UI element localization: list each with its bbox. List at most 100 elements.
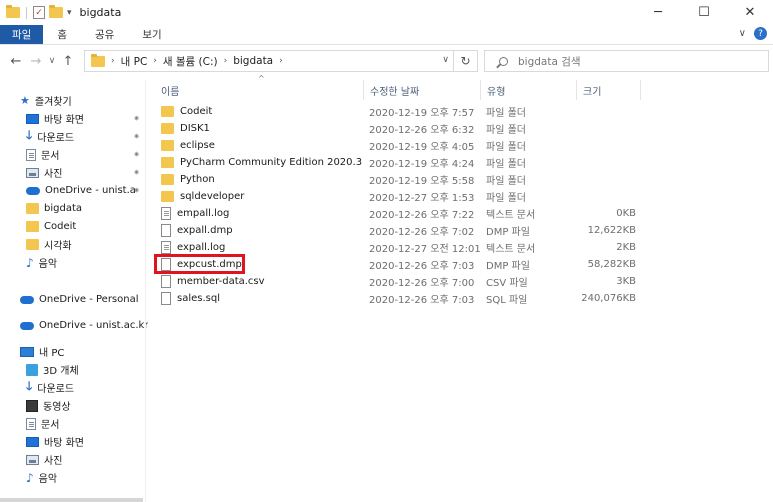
file-row[interactable]: PyCharm Community Edition 2020.3 2020-12-…: [155, 154, 645, 171]
file-icon: [161, 224, 171, 237]
new-folder-icon[interactable]: [49, 5, 63, 18]
folder-icon: [91, 53, 105, 67]
file-name-cell[interactable]: eclipse: [161, 137, 215, 154]
file-name: DISK1: [180, 123, 210, 134]
tab-view[interactable]: 보기: [128, 25, 175, 44]
search-input[interactable]: bigdata 검색: [484, 50, 769, 72]
file-date: 2020-12-26 오후 7:22: [369, 210, 475, 221]
help-icon[interactable]: ?: [754, 27, 767, 40]
navigation-bar: ← → ∨ ↑ › 내 PC › 새 볼륨 (C:) › bigdata › ∨…: [0, 48, 773, 74]
column-header-name[interactable]: 이름: [155, 80, 364, 100]
maximize-button[interactable]: ☐: [681, 0, 727, 25]
file-name-cell[interactable]: empall.log: [161, 205, 229, 222]
pin-icon: ✷: [133, 150, 140, 159]
tab-file[interactable]: 파일: [0, 25, 44, 44]
folder-icon: [161, 174, 174, 185]
chevron-right-icon[interactable]: ›: [224, 56, 228, 66]
recent-locations-dropdown[interactable]: ∨: [46, 56, 58, 66]
nav-onedrive-unist[interactable]: OneDrive - unist.ac.kr: [20, 317, 148, 334]
chevron-right-icon[interactable]: ›: [153, 56, 157, 66]
nav-quick-access[interactable]: ★ 즐겨찾기: [20, 92, 72, 109]
file-row[interactable]: expall.dmp 2020-12-26 오후 7:02 DMP 파일 12,622…: [155, 222, 645, 239]
nav-videos[interactable]: 동영상: [26, 397, 71, 414]
nav-onedrive-personal[interactable]: OneDrive - Personal: [20, 291, 139, 308]
file-row[interactable]: Codeit 2020-12-19 오후 7:57 파일 폴더: [155, 103, 645, 120]
file-name-cell[interactable]: PyCharm Community Edition 2020.3: [161, 154, 362, 171]
file-name-cell[interactable]: DISK1: [161, 120, 210, 137]
file-date: 2020-12-26 오후 7:03: [369, 261, 475, 272]
breadcrumb-this-pc[interactable]: 내 PC: [121, 54, 148, 69]
file-name-cell[interactable]: member-data.csv: [161, 273, 265, 290]
refresh-button[interactable]: ↻: [453, 51, 477, 71]
forward-button[interactable]: →: [26, 54, 46, 69]
folder-icon: [26, 203, 39, 214]
file-name-cell[interactable]: expall.dmp: [161, 222, 233, 239]
file-row[interactable]: sqldeveloper 2020-12-27 오후 1:53 파일 폴더: [155, 188, 645, 205]
nav-pc-music[interactable]: ♪ 음악: [26, 469, 57, 486]
nav-onedrive-unist-pinned[interactable]: OneDrive - unist.ac. ✷: [26, 182, 144, 199]
nav-codeit[interactable]: Codeit: [26, 218, 76, 235]
file-row[interactable]: DISK1 2020-12-26 오후 6:32 파일 폴더: [155, 120, 645, 137]
chevron-right-icon[interactable]: ›: [111, 56, 115, 66]
up-button[interactable]: ↑: [58, 54, 78, 69]
close-button[interactable]: ✕: [727, 0, 773, 25]
file-type: DMP 파일: [486, 227, 530, 238]
minimize-button[interactable]: ─: [635, 0, 681, 25]
quick-access-toolbar: ✓ ▾: [0, 5, 72, 19]
file-name-cell[interactable]: Codeit: [161, 103, 212, 120]
nav-downloads[interactable]: 🡓 다운로드 ✷: [26, 128, 144, 145]
file-name-cell[interactable]: Python: [161, 171, 215, 188]
file-date: 2020-12-19 오후 7:57: [369, 108, 475, 119]
breadcrumb-volume-c[interactable]: 새 볼륨 (C:): [163, 54, 218, 69]
file-type: DMP 파일: [486, 261, 530, 272]
tab-home[interactable]: 홈: [43, 25, 81, 44]
file-type: CSV 파일: [486, 278, 528, 289]
pin-icon: ✷: [133, 186, 140, 195]
nav-3d-objects[interactable]: 3D 개체: [26, 361, 79, 378]
file-size: 3KB: [616, 276, 636, 287]
window-title: bigdata: [79, 6, 122, 19]
customize-toolbar-dropdown[interactable]: ▾: [67, 8, 72, 18]
nav-pictures[interactable]: 사진 ✷: [26, 164, 144, 181]
file-row[interactable]: sales.sql 2020-12-26 오후 7:03 SQL 파일 240,076…: [155, 290, 645, 307]
nav-documents[interactable]: 문서 ✷: [26, 146, 144, 163]
file-type: 파일 폴더: [486, 125, 526, 136]
folder-icon: [161, 123, 174, 134]
file-name-cell[interactable]: sqldeveloper: [161, 188, 244, 205]
file-name-cell[interactable]: sales.sql: [161, 290, 220, 307]
ribbon-tabs: 파일 홈 공유 보기 ∨ ?: [0, 25, 773, 45]
expand-ribbon-chevron-icon[interactable]: ∨: [739, 28, 746, 39]
nav-pc-pictures[interactable]: 사진: [26, 451, 62, 468]
search-placeholder: bigdata 검색: [518, 55, 581, 68]
download-icon: 🡓: [26, 379, 33, 393]
file-row[interactable]: empall.log 2020-12-26 오후 7:22 텍스트 문서 0KB: [155, 205, 645, 222]
tab-share[interactable]: 공유: [81, 25, 128, 44]
column-header-type[interactable]: 유형: [481, 80, 577, 100]
breadcrumb-bigdata[interactable]: bigdata: [233, 55, 273, 67]
horizontal-scrollbar[interactable]: [0, 498, 143, 502]
nav-this-pc[interactable]: 내 PC: [20, 343, 64, 360]
column-header-size[interactable]: 크기: [577, 80, 641, 100]
pin-icon: ✷: [133, 132, 140, 141]
nav-music[interactable]: ♪ 음악: [26, 254, 57, 271]
nav-visualization[interactable]: 시각화: [26, 236, 72, 253]
file-size: [586, 103, 636, 120]
file-row[interactable]: eclipse 2020-12-19 오후 4:05 파일 폴더: [155, 137, 645, 154]
file-row[interactable]: member-data.csv 2020-12-26 오후 7:00 CSV 파일 3…: [155, 273, 645, 290]
back-button[interactable]: ←: [6, 54, 26, 69]
file-date: 2020-12-26 오후 7:00: [369, 278, 475, 289]
nav-pc-downloads[interactable]: 🡓 다운로드: [26, 379, 74, 396]
address-history-dropdown[interactable]: ∨: [442, 55, 449, 65]
column-header-date[interactable]: 수정한 날짜: [364, 80, 481, 100]
file-row[interactable]: Python 2020-12-19 오후 5:58 파일 폴더: [155, 171, 645, 188]
download-icon: 🡓: [26, 128, 33, 142]
nav-bigdata[interactable]: bigdata: [26, 200, 82, 217]
pane-divider[interactable]: [145, 80, 146, 502]
nav-pc-documents[interactable]: 문서: [26, 415, 59, 432]
music-icon: ♪: [26, 470, 34, 485]
nav-desktop[interactable]: 바탕 화면 ✷: [26, 110, 144, 127]
chevron-right-icon[interactable]: ›: [279, 56, 283, 66]
properties-icon[interactable]: ✓: [33, 6, 45, 19]
nav-pc-desktop[interactable]: 바탕 화면: [26, 433, 84, 450]
address-bar[interactable]: › 내 PC › 새 볼륨 (C:) › bigdata › ∨ ↻: [84, 50, 478, 72]
